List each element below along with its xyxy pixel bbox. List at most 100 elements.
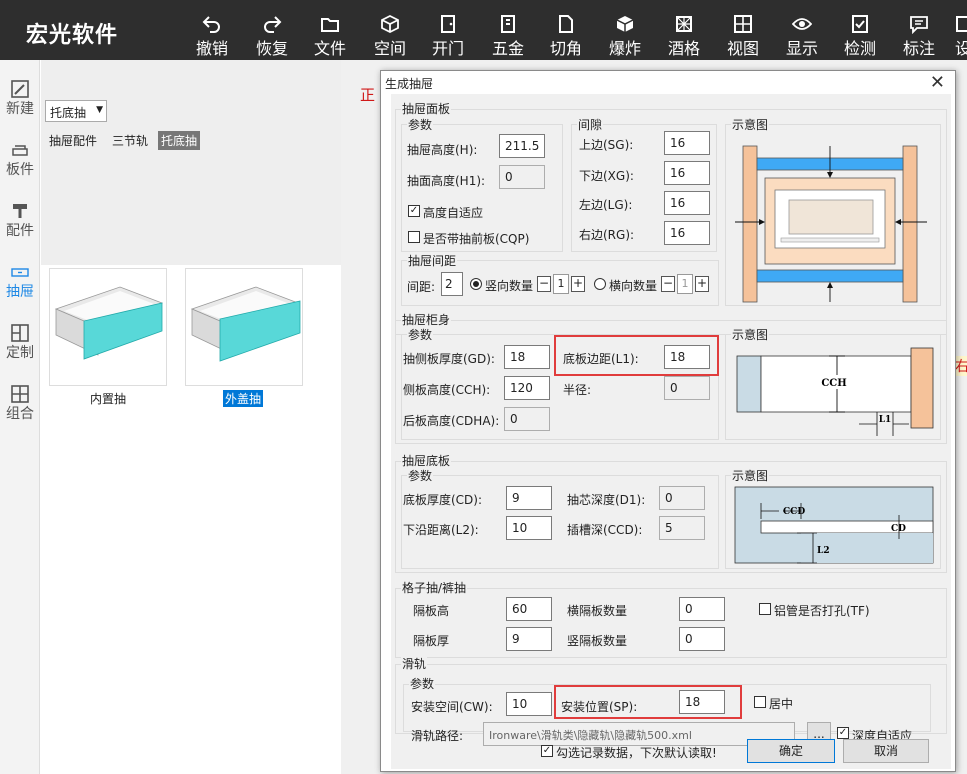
check-icon <box>852 15 868 33</box>
v-divider-count-input[interactable]: 0 <box>679 627 725 651</box>
horizontal-count-radio[interactable] <box>594 278 606 290</box>
depth-auto-checkbox[interactable]: ✓ <box>837 727 849 739</box>
cw-input[interactable]: 10 <box>506 692 552 716</box>
view-button[interactable]: 视图 <box>723 10 763 58</box>
l1-input[interactable]: 18 <box>664 345 710 369</box>
drawer-card-overlay[interactable] <box>185 268 303 386</box>
sidebar-label-combine: 组合 <box>6 406 34 422</box>
front-panel-checkbox[interactable] <box>408 231 420 243</box>
ccd-diagram-text: CCD <box>783 507 805 517</box>
display-button[interactable]: 显示 <box>782 10 822 58</box>
gd-input[interactable]: 18 <box>504 345 550 369</box>
workspace-red-text: 正 <box>360 86 376 104</box>
h-divider-count-input[interactable]: 0 <box>679 597 725 621</box>
door-button[interactable]: 开门 <box>428 10 468 58</box>
check-button[interactable]: 检测 <box>840 10 880 58</box>
gap-label: 间隙 <box>577 118 604 132</box>
l2-input[interactable]: 10 <box>506 516 552 540</box>
space-button[interactable]: 空间 <box>370 10 410 58</box>
cancel-button[interactable]: 取消 <box>843 739 929 763</box>
xg-input[interactable]: 16 <box>664 161 710 185</box>
remember-checkbox[interactable]: ✓ <box>541 745 553 757</box>
drill-checkbox[interactable] <box>759 603 771 615</box>
explode-icon <box>616 16 634 32</box>
cdha-label: 后板高度(CDHA): <box>403 414 500 428</box>
explode-button[interactable]: 爆炸 <box>605 10 645 58</box>
cdha-input[interactable]: 0 <box>504 407 550 431</box>
vertical-count-decrement[interactable]: − <box>537 276 551 292</box>
face-height-input[interactable]: 0 <box>499 165 545 189</box>
bottom-group-label: 抽屉底板 <box>401 454 452 468</box>
hardware-button[interactable]: 五金 <box>488 10 528 58</box>
l2-diagram-text: L2 <box>817 546 830 556</box>
vertical-count-increment[interactable]: + <box>571 276 585 292</box>
h-divider-count-label: 横隔板数量 <box>567 604 628 618</box>
view-icon <box>734 15 752 33</box>
horizontal-count-value[interactable]: 1 <box>677 274 693 294</box>
sp-label: 安装位置(SP): <box>561 700 638 714</box>
door-icon <box>441 15 455 33</box>
annotate-button[interactable]: 标注 <box>899 10 939 58</box>
face-height-label: 抽面高度(H1): <box>407 174 486 188</box>
lg-input[interactable]: 16 <box>664 191 710 215</box>
body-params-label: 参数 <box>407 328 434 342</box>
vertical-count-radio[interactable] <box>470 278 482 290</box>
subtab-three-section-rail[interactable]: 三节轨 <box>109 131 151 150</box>
sg-input[interactable]: 16 <box>664 131 710 155</box>
chamfer-button[interactable]: 切角 <box>546 10 586 58</box>
drawer-height-input[interactable]: 211.5 <box>499 134 545 158</box>
cch-input[interactable]: 120 <box>504 376 550 400</box>
center-checkbox[interactable] <box>754 696 766 708</box>
sofa-icon <box>12 145 28 156</box>
sp-input[interactable]: 18 <box>679 690 725 714</box>
undo-label: 撤销 <box>195 39 228 58</box>
wine-rack-button[interactable]: 酒格 <box>664 10 704 58</box>
bottom-params-label: 参数 <box>407 469 434 483</box>
divider-height-input[interactable]: 60 <box>506 597 552 621</box>
horizontal-count-increment[interactable]: + <box>695 276 709 292</box>
cd-label: 底板厚度(CD): <box>403 493 483 507</box>
redo-button[interactable]: 恢复 <box>252 10 292 58</box>
bottom-diagram-label: 示意图 <box>731 469 770 483</box>
sidebar-item-new[interactable]: 新建 <box>0 60 40 117</box>
drawer-type-dropdown[interactable]: 托底抽 ▼ <box>45 100 107 122</box>
sidebar-item-combine[interactable]: 组合 <box>0 365 40 422</box>
roller-icon <box>13 204 27 218</box>
sidebar-item-fitting[interactable]: 配件 <box>0 182 40 239</box>
d1-input[interactable]: 0 <box>659 486 705 510</box>
file-button[interactable]: 文件 <box>310 10 350 58</box>
cd-input[interactable]: 9 <box>506 486 552 510</box>
chevron-down-icon: ▼ <box>96 105 103 115</box>
left-sidebar: 新建 板件 配件 抽屉 定制 组合 <box>0 60 40 774</box>
body-diagram-label: 示意图 <box>731 328 770 342</box>
top-toolbar: 宏光软件 撤销 恢复 文件 空间 开门 五金 切角 爆炸 酒格 视图 显示 检测… <box>0 0 967 60</box>
horizontal-count-decrement[interactable]: − <box>661 276 675 292</box>
panel-diagram-label: 示意图 <box>731 118 770 132</box>
settings-button[interactable]: 设 <box>955 10 967 58</box>
front-panel-label: 是否带抽前板(CQP) <box>423 232 530 246</box>
subtab-bottom-mount[interactable]: 托底抽 <box>158 131 201 150</box>
eye-icon <box>792 18 812 30</box>
file-label: 文件 <box>313 39 346 58</box>
panel-params-label: 参数 <box>407 118 434 132</box>
drawer-card-inset[interactable] <box>49 268 167 386</box>
ccd-input[interactable]: 5 <box>659 516 705 540</box>
lg-label: 左边(LG): <box>579 198 633 212</box>
sidebar-item-drawer[interactable]: 抽屉 <box>0 243 40 300</box>
spacing-input[interactable]: 2 <box>441 272 463 296</box>
subtab-drawer-fittings[interactable]: 抽屉配件 <box>46 131 100 150</box>
rg-label: 右边(RG): <box>579 228 635 242</box>
radius-input[interactable]: 0 <box>664 376 710 400</box>
spacing-label: 间距: <box>407 280 436 294</box>
vertical-count-value[interactable]: 1 <box>553 274 569 294</box>
rg-input[interactable]: 16 <box>664 221 710 245</box>
divider-thickness-input[interactable]: 9 <box>506 627 552 651</box>
cube-icon <box>381 14 399 34</box>
auto-height-checkbox[interactable]: ✓ <box>408 205 420 217</box>
sidebar-item-board[interactable]: 板件 <box>0 121 40 178</box>
sidebar-item-custom[interactable]: 定制 <box>0 304 40 361</box>
ok-button[interactable]: 确定 <box>747 739 835 763</box>
close-icon[interactable]: ✕ <box>930 72 945 93</box>
drawer-card-inset-label: 内置抽 <box>90 392 127 406</box>
undo-button[interactable]: 撤销 <box>192 10 232 58</box>
